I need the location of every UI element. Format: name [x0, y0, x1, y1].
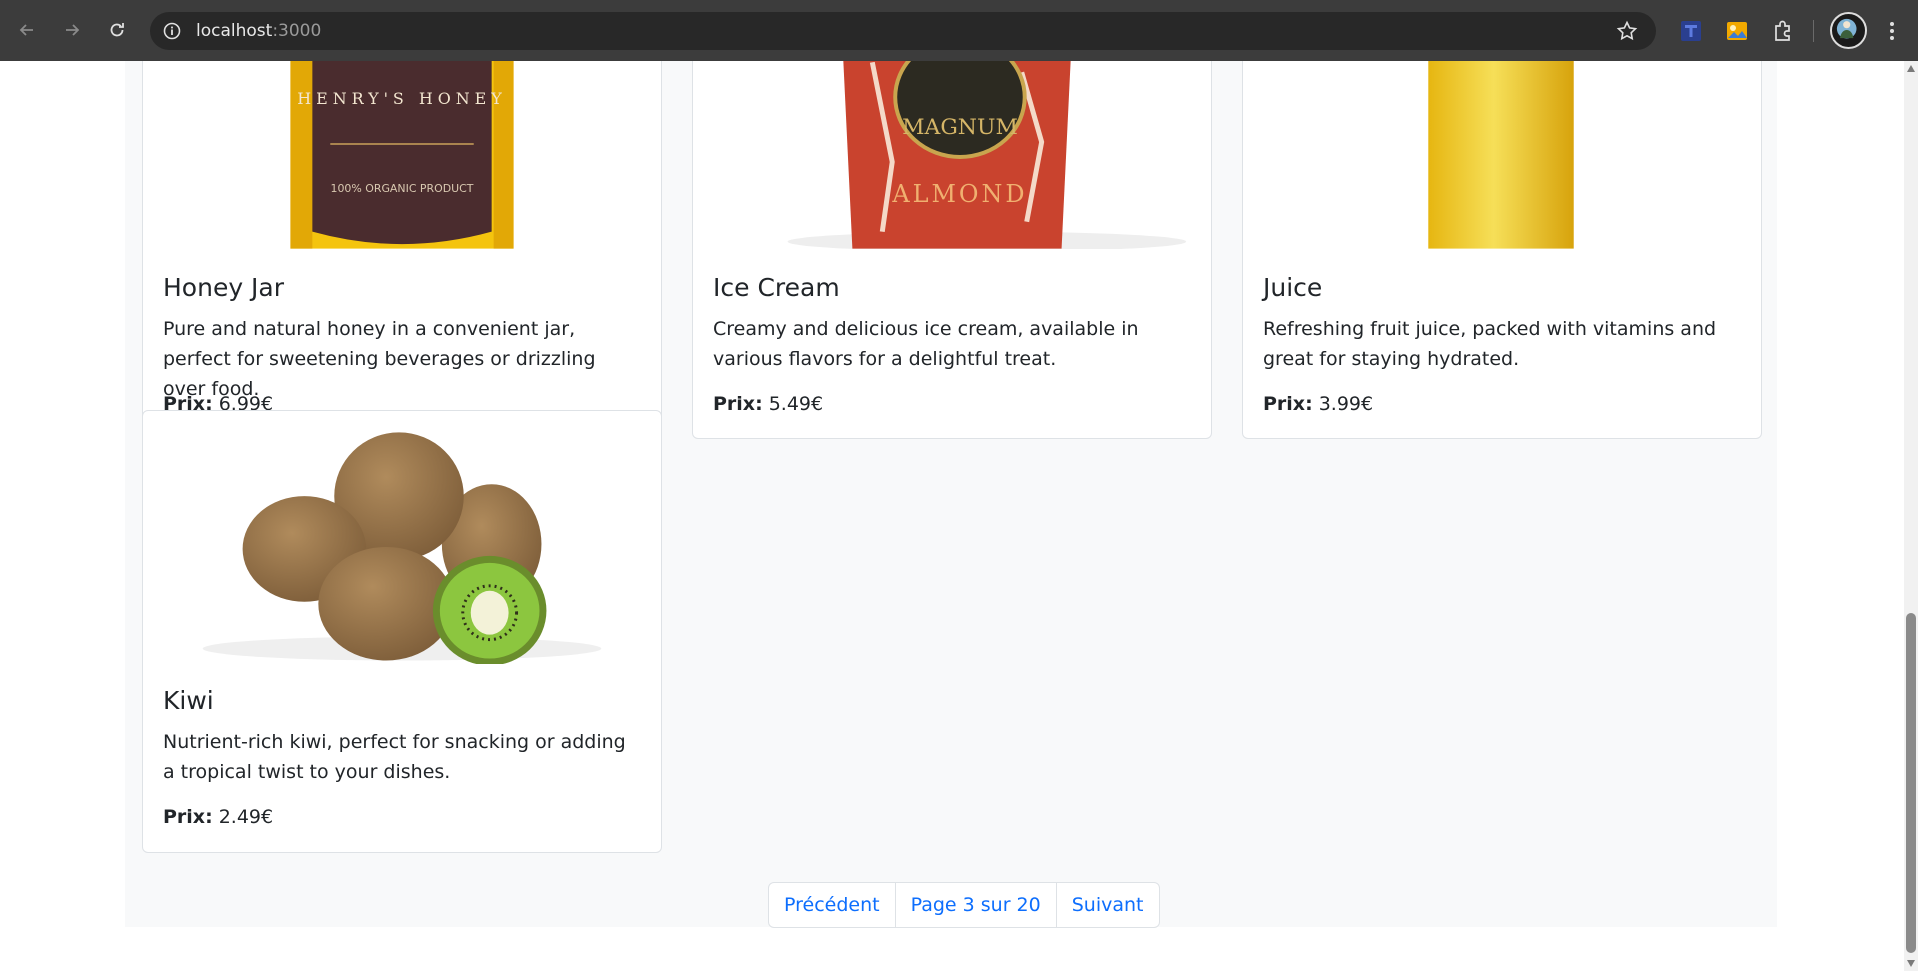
reload-icon	[110, 23, 124, 37]
ice-cream-image: MAGNUM ALMOND	[693, 61, 1211, 249]
product-card-juice[interactable]: Juice Refreshing fruit juice, packed wit…	[1242, 61, 1762, 439]
product-description: Refreshing fruit juice, packed with vita…	[1263, 318, 1717, 370]
juice-image	[1243, 61, 1761, 249]
extensions-puzzle-icon[interactable]	[1770, 18, 1796, 44]
product-description: Pure and natural honey in a convenient j…	[163, 318, 596, 400]
page-viewport: HENRY'S HONEY 100% ORGANIC PRODUCT Honey…	[0, 61, 1904, 971]
pagination: Précédent Page 3 sur 20 Suivant	[768, 882, 1160, 928]
product-description: Nutrient-rich kiwi, perfect for snacking…	[163, 731, 626, 783]
price-label: Prix:	[1263, 393, 1313, 415]
price-label: Prix:	[163, 806, 213, 828]
profile-picture-icon	[1836, 18, 1857, 39]
product-description: Creamy and delicious ice cream, availabl…	[713, 318, 1139, 370]
browser-toolbar: localhost:3000	[0, 0, 1918, 61]
arrow-left-icon	[19, 24, 33, 36]
forward-button[interactable]	[57, 15, 87, 45]
icecream-brand-text: MAGNUM	[902, 115, 1018, 140]
product-card-kiwi[interactable]: Kiwi Nutrient-rich kiwi, perfect for sna…	[142, 410, 662, 853]
icecream-flavor-text: ALMOND	[891, 180, 1027, 208]
profile-avatar[interactable]	[1830, 12, 1867, 49]
scrollbar-thumb[interactable]	[1906, 613, 1916, 953]
price-label: Prix:	[713, 393, 763, 415]
product-card-ice-cream[interactable]: MAGNUM ALMOND Ice Cream Creamy and delic…	[692, 61, 1212, 439]
vertical-scrollbar[interactable]	[1904, 61, 1918, 971]
product-card-honey-jar[interactable]: HENRY'S HONEY 100% ORGANIC PRODUCT Honey…	[142, 61, 662, 439]
product-title: Ice Cream	[713, 273, 840, 302]
extension-image-icon[interactable]	[1724, 18, 1750, 44]
address-bar[interactable]: localhost:3000	[150, 12, 1656, 50]
toolbar-divider	[1813, 20, 1814, 42]
product-title: Honey Jar	[163, 273, 285, 302]
reload-button[interactable]	[102, 15, 132, 45]
site-info-icon[interactable]	[162, 21, 182, 41]
scroll-up-arrow-icon[interactable]	[1907, 65, 1915, 72]
price-value: 3.99€	[1318, 393, 1374, 415]
price-value: 2.49€	[218, 806, 274, 828]
url-text: localhost:3000	[196, 21, 321, 41]
browser-menu-icon[interactable]	[1880, 18, 1904, 44]
price-value: 5.49€	[768, 393, 824, 415]
honey-jar-image: HENRY'S HONEY 100% ORGANIC PRODUCT	[143, 61, 661, 249]
kiwi-image	[143, 411, 661, 664]
honey-brand-text: HENRY'S HONEY	[297, 89, 507, 108]
extension-translate-icon[interactable]	[1678, 18, 1704, 44]
next-page-button[interactable]: Suivant	[1055, 883, 1159, 927]
product-title: Kiwi	[163, 686, 214, 715]
product-title: Juice	[1263, 273, 1323, 302]
url-port: :3000	[272, 21, 322, 41]
honey-tag-text: 100% ORGANIC PRODUCT	[331, 182, 474, 195]
url-host: localhost	[196, 21, 273, 41]
product-list-container: HENRY'S HONEY 100% ORGANIC PRODUCT Honey…	[125, 61, 1777, 927]
previous-page-button[interactable]: Précédent	[769, 883, 895, 927]
product-price: Prix: 5.49€	[713, 393, 823, 415]
arrow-right-icon	[66, 24, 80, 36]
page-indicator: Page 3 sur 20	[894, 883, 1056, 927]
product-price: Prix: 3.99€	[1263, 393, 1373, 415]
back-button[interactable]	[12, 15, 42, 45]
scroll-down-arrow-icon[interactable]	[1907, 960, 1915, 967]
product-price: Prix: 2.49€	[163, 806, 273, 828]
bookmark-star-icon[interactable]	[1616, 20, 1638, 42]
